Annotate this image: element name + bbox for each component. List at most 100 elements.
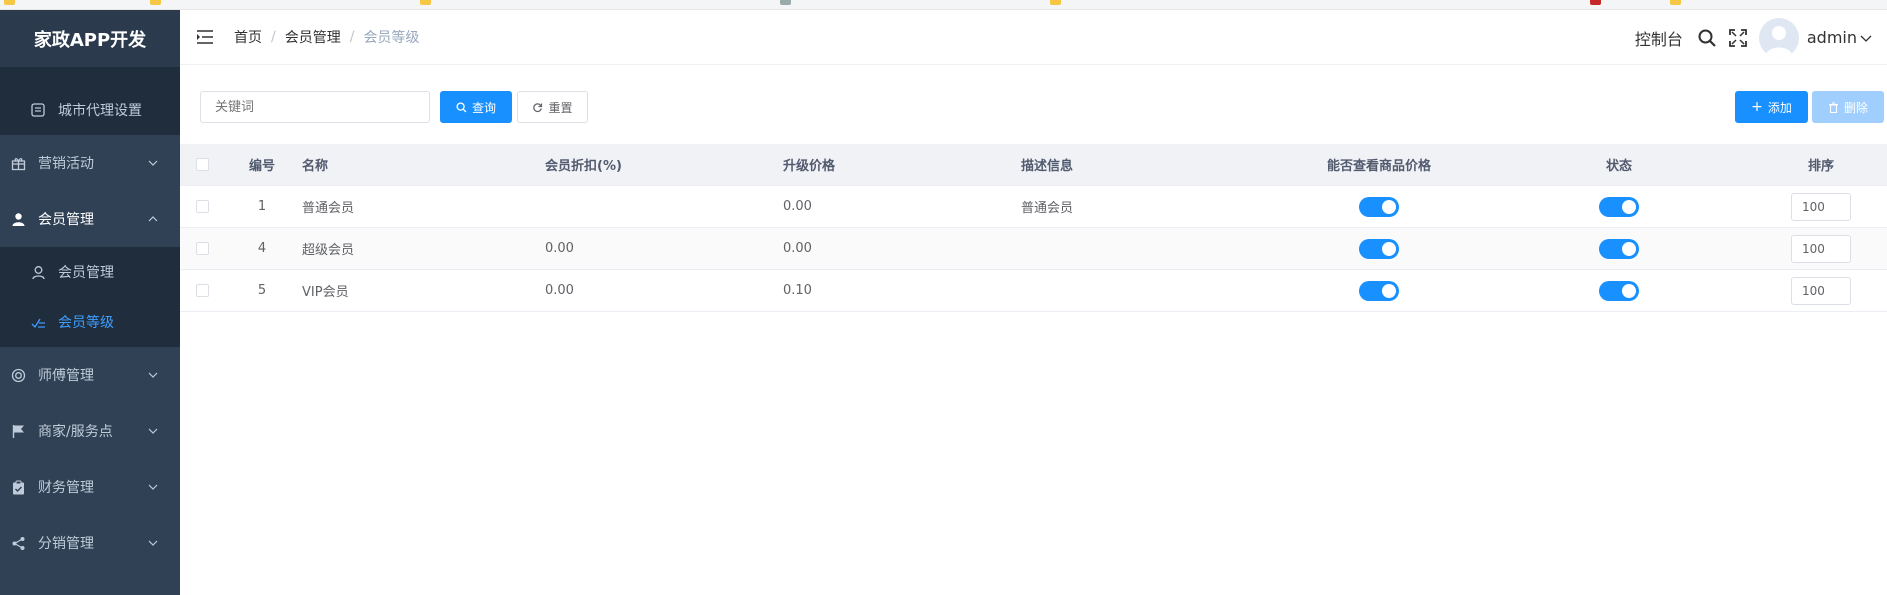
sidebar-submenu-members: 会员管理 会员等级 xyxy=(0,247,180,347)
col-id: 编号 xyxy=(248,159,275,174)
top-navbar: 首页 / 会员管理 / 会员等级 控制台 admin xyxy=(180,10,1887,65)
status-switch[interactable] xyxy=(1599,238,1639,259)
breadcrumb-members[interactable]: 会员管理 xyxy=(285,27,341,47)
cell-desc: 普通会员 xyxy=(1021,201,1074,216)
bookmark-folder-icon[interactable] xyxy=(150,0,165,7)
bookmark-folder-icon[interactable] xyxy=(420,0,435,7)
fullscreen-icon[interactable] xyxy=(1728,28,1747,47)
cell-sort xyxy=(1739,276,1887,305)
table-row: 5 VIP会员 0.00 0.10 修改 xyxy=(180,270,1887,312)
sidebar-item-member-manage[interactable]: 会员管理 xyxy=(0,247,180,297)
cell-name: 超级会员 xyxy=(302,243,355,258)
breadcrumb: 首页 / 会员管理 / 会员等级 xyxy=(234,27,419,47)
chevron-down-icon xyxy=(146,536,160,550)
list-icon xyxy=(30,102,46,118)
cell-status xyxy=(1499,280,1739,301)
cell-sort xyxy=(1739,234,1887,263)
sidebar-item-member-level[interactable]: 会员等级 xyxy=(0,297,180,347)
row-select-cell xyxy=(180,284,224,297)
sort-input[interactable] xyxy=(1791,276,1851,305)
sidebar-item-label: 会员等级 xyxy=(58,315,114,331)
status-switch[interactable] xyxy=(1599,196,1639,217)
breadcrumb-current: 会员等级 xyxy=(363,30,420,46)
hamburger-icon[interactable] xyxy=(196,28,214,46)
user-menu[interactable]: admin xyxy=(1807,28,1873,47)
gift-icon xyxy=(10,155,26,171)
breadcrumb-home[interactable]: 首页 xyxy=(234,27,262,47)
col-price: 升级价格 xyxy=(783,159,836,174)
row-checkbox[interactable] xyxy=(195,284,209,297)
lifebuoy-icon xyxy=(10,367,26,383)
delete-button[interactable]: 删除 xyxy=(1812,91,1884,123)
app-logo: 家政APP开发 xyxy=(0,10,180,67)
query-button[interactable]: 查询 xyxy=(440,91,512,123)
sidebar-menu: 城市代理设置 营销活动 会员管理 会员管理 会员等级 师傅管理 商家/服务点 财… xyxy=(0,50,180,571)
col-name: 名称 xyxy=(302,159,329,174)
cell-status xyxy=(1499,238,1739,259)
avatar[interactable] xyxy=(1758,17,1799,58)
add-label: 添加 xyxy=(1767,100,1792,115)
sidebar-item-label: 财务管理 xyxy=(38,480,94,496)
plus-icon: + xyxy=(1751,99,1763,115)
sort-input[interactable] xyxy=(1791,234,1851,263)
col-status: 状态 xyxy=(1605,159,1632,174)
trash-icon xyxy=(1828,101,1839,113)
bookmark-red-icon[interactable] xyxy=(1590,0,1605,7)
search-icon xyxy=(456,101,467,113)
flag-icon xyxy=(10,423,26,439)
console-link[interactable]: 控制台 xyxy=(1635,26,1683,50)
sidebar-item-masters[interactable]: 师傅管理 xyxy=(0,347,180,403)
bookmark-folder-icon[interactable] xyxy=(4,0,19,7)
breadcrumb-separator: / xyxy=(271,29,276,45)
reset-label: 重置 xyxy=(548,100,573,115)
can-view-switch[interactable] xyxy=(1359,196,1399,217)
cell-discount: 0.00 xyxy=(545,283,574,298)
sidebar-item-members[interactable]: 会员管理 xyxy=(0,191,180,247)
row-select-cell xyxy=(180,242,224,255)
add-button[interactable]: + 添加 xyxy=(1735,91,1808,123)
cell-id: 5 xyxy=(257,283,267,298)
sidebar-item-merchants[interactable]: 商家/服务点 xyxy=(0,403,180,459)
sidebar-item-label: 城市代理设置 xyxy=(58,103,142,119)
col-sort: 排序 xyxy=(1807,159,1834,174)
bookmark-folder-icon[interactable] xyxy=(1670,0,1685,7)
sort-input[interactable] xyxy=(1791,192,1851,221)
cell-id: 4 xyxy=(257,241,267,256)
cell-price: 0.00 xyxy=(783,241,812,256)
level-icon xyxy=(30,314,46,330)
col-desc: 描述信息 xyxy=(1021,159,1074,174)
cell-discount: 0.00 xyxy=(545,241,574,256)
clipboard-icon xyxy=(10,479,26,495)
reset-button[interactable]: 重置 xyxy=(517,91,588,123)
cell-name: 普通会员 xyxy=(302,201,355,216)
cell-can-view xyxy=(1259,238,1499,259)
sidebar-item-marketing[interactable]: 营销活动 xyxy=(0,135,180,191)
breadcrumb-separator: / xyxy=(349,29,355,45)
sidebar-item-label: 会员管理 xyxy=(58,265,114,281)
search-icon[interactable] xyxy=(1697,28,1717,48)
row-select-cell xyxy=(180,200,224,213)
col-discount: 会员折扣(%) xyxy=(545,159,622,174)
can-view-switch[interactable] xyxy=(1359,280,1399,301)
sidebar-item-finance[interactable]: 财务管理 xyxy=(0,459,180,515)
select-all-checkbox[interactable] xyxy=(195,158,209,171)
row-checkbox[interactable] xyxy=(195,200,209,213)
member-level-table: 编号 名称 会员折扣(%) 升级价格 描述信息 能否查看商品价格 状态 排序 操… xyxy=(180,144,1887,312)
status-switch[interactable] xyxy=(1599,280,1639,301)
user-name: admin xyxy=(1806,28,1857,47)
sidebar: 家政APP开发 城市代理设置 营销活动 会员管理 会员管理 会员等级 师傅管理 … xyxy=(0,10,180,595)
sidebar-item-distribution[interactable]: 分销管理 xyxy=(0,515,180,571)
row-checkbox[interactable] xyxy=(195,242,209,255)
table-row: 1 普通会员 0.00 普通会员 修改 xyxy=(180,186,1887,228)
keyword-input[interactable] xyxy=(200,91,430,123)
bookmark-folder-icon[interactable] xyxy=(1050,0,1065,7)
bookmark-globe-icon[interactable] xyxy=(780,0,795,7)
query-label: 查询 xyxy=(471,100,496,115)
sidebar-item-label: 会员管理 xyxy=(38,212,94,228)
sidebar-item-city-agent[interactable]: 城市代理设置 xyxy=(0,85,180,135)
can-view-switch[interactable] xyxy=(1359,238,1399,259)
table-row: 4 超级会员 0.00 0.00 修改 xyxy=(180,228,1887,270)
sidebar-item-label: 营销活动 xyxy=(38,156,94,172)
chevron-down-icon xyxy=(146,156,160,170)
cell-name: VIP会员 xyxy=(302,285,349,300)
